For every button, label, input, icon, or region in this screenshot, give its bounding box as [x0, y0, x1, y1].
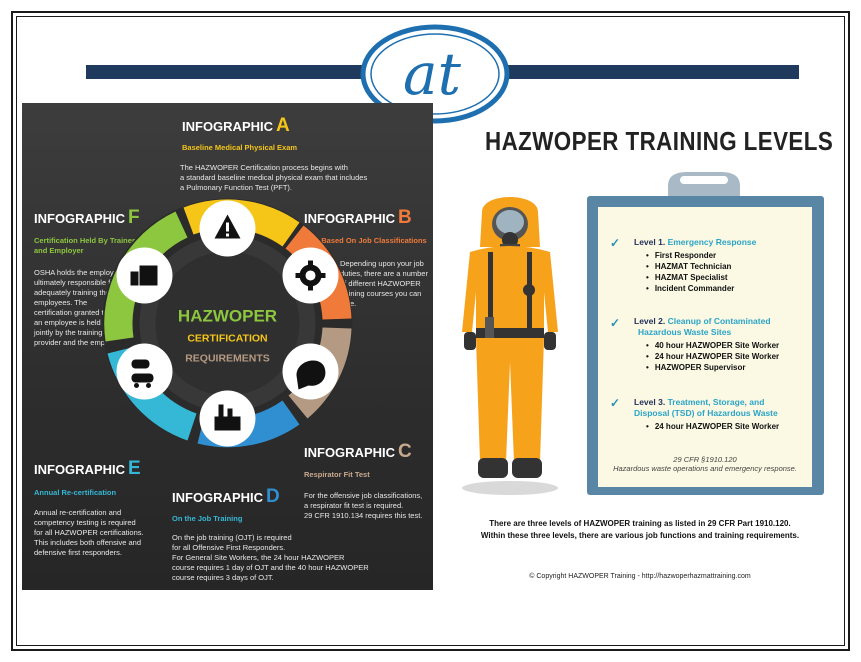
header-bar-left [86, 65, 376, 79]
level-3-heading: Level 3. Treatment, Storage, and Disposa… [634, 397, 778, 418]
bubble-b [282, 247, 339, 304]
level-3-list: 24 hour HAZWOPER Site Worker [646, 421, 779, 432]
logo-text: at [403, 40, 462, 108]
infographic-d-body: On the job training (OJT) is required for… [172, 533, 369, 582]
list-item: First Responder [646, 250, 734, 261]
infographic-e-body: Annual re-certification and competency te… [34, 508, 144, 557]
infographic-a-heading: INFOGRAPHIC A [182, 115, 290, 136]
level-2-list: 40 hour HAZWOPER Site Worker 24 hour HAZ… [646, 340, 779, 373]
infographic-e-heading: INFOGRAPHIC E [34, 458, 141, 479]
cfr-citation: 29 CFR §1910.120 Hazardous waste operati… [613, 455, 797, 473]
bubble-e [116, 343, 173, 400]
list-item: 24 hour HAZWOPER Site Worker [646, 351, 779, 362]
infographic-a-subtitle: Baseline Medical Physical Exam [182, 143, 298, 152]
list-item: HAZWOPER Supervisor [646, 362, 779, 373]
bubble-d [199, 390, 256, 447]
center-subtitle: CERTIFICATION [187, 333, 267, 345]
header-bar-right [500, 65, 799, 79]
level-1-list: First Responder HAZMAT Technician HAZMAT… [646, 250, 735, 294]
list-item: 24 hour HAZWOPER Site Worker [646, 421, 779, 432]
infographic-a-body: The HAZWOPER Certification process begin… [180, 163, 368, 192]
infographic-panel: INFOGRAPHIC A Baseline Medical Physical E… [22, 103, 433, 590]
check-icon-level-1: ✓ [610, 236, 621, 250]
level-2-heading: Level 2. Cleanup of Contaminated Hazardo… [634, 316, 771, 337]
center-title: HAZWOPER [178, 307, 277, 326]
check-icon-level-2: ✓ [610, 316, 621, 330]
list-item: HAZMAT Technician [646, 261, 734, 272]
check-icon-level-3: ✓ [610, 396, 621, 410]
infographic-c-subtitle: Respirator Fit Test [304, 470, 370, 479]
summary-text: There are three levels of HAZWOPER train… [480, 519, 800, 540]
page-title: HAZWOPER TRAINING LEVELS [485, 126, 834, 156]
list-item: Incident Commander [646, 283, 735, 294]
certification-wheel: HAZWOPER CERTIFICATION REQUIREMENTS [102, 198, 353, 449]
level-1-heading: Level 1. Emergency Response [634, 237, 757, 247]
center-requirements: REQUIREMENTS [185, 353, 270, 365]
infographic-d-subtitle: On the Job Training [172, 514, 243, 523]
infographic-d-heading: INFOGRAPHIC D [172, 486, 280, 507]
list-item: 40 hour HAZWOPER Site Worker [646, 340, 779, 351]
copyright-text: © Copyright HAZWOPER Training - http://h… [529, 573, 751, 580]
infographic-e-subtitle: Annual Re-certification [34, 488, 117, 497]
list-item: HAZMAT Specialist [646, 272, 734, 283]
bubble-a [199, 200, 256, 257]
infographic-c-body: For the offensive job classifications, a … [304, 491, 423, 520]
bubble-f [116, 247, 173, 304]
hazmat-worker-illustration [462, 197, 558, 495]
bubble-c [282, 343, 339, 400]
